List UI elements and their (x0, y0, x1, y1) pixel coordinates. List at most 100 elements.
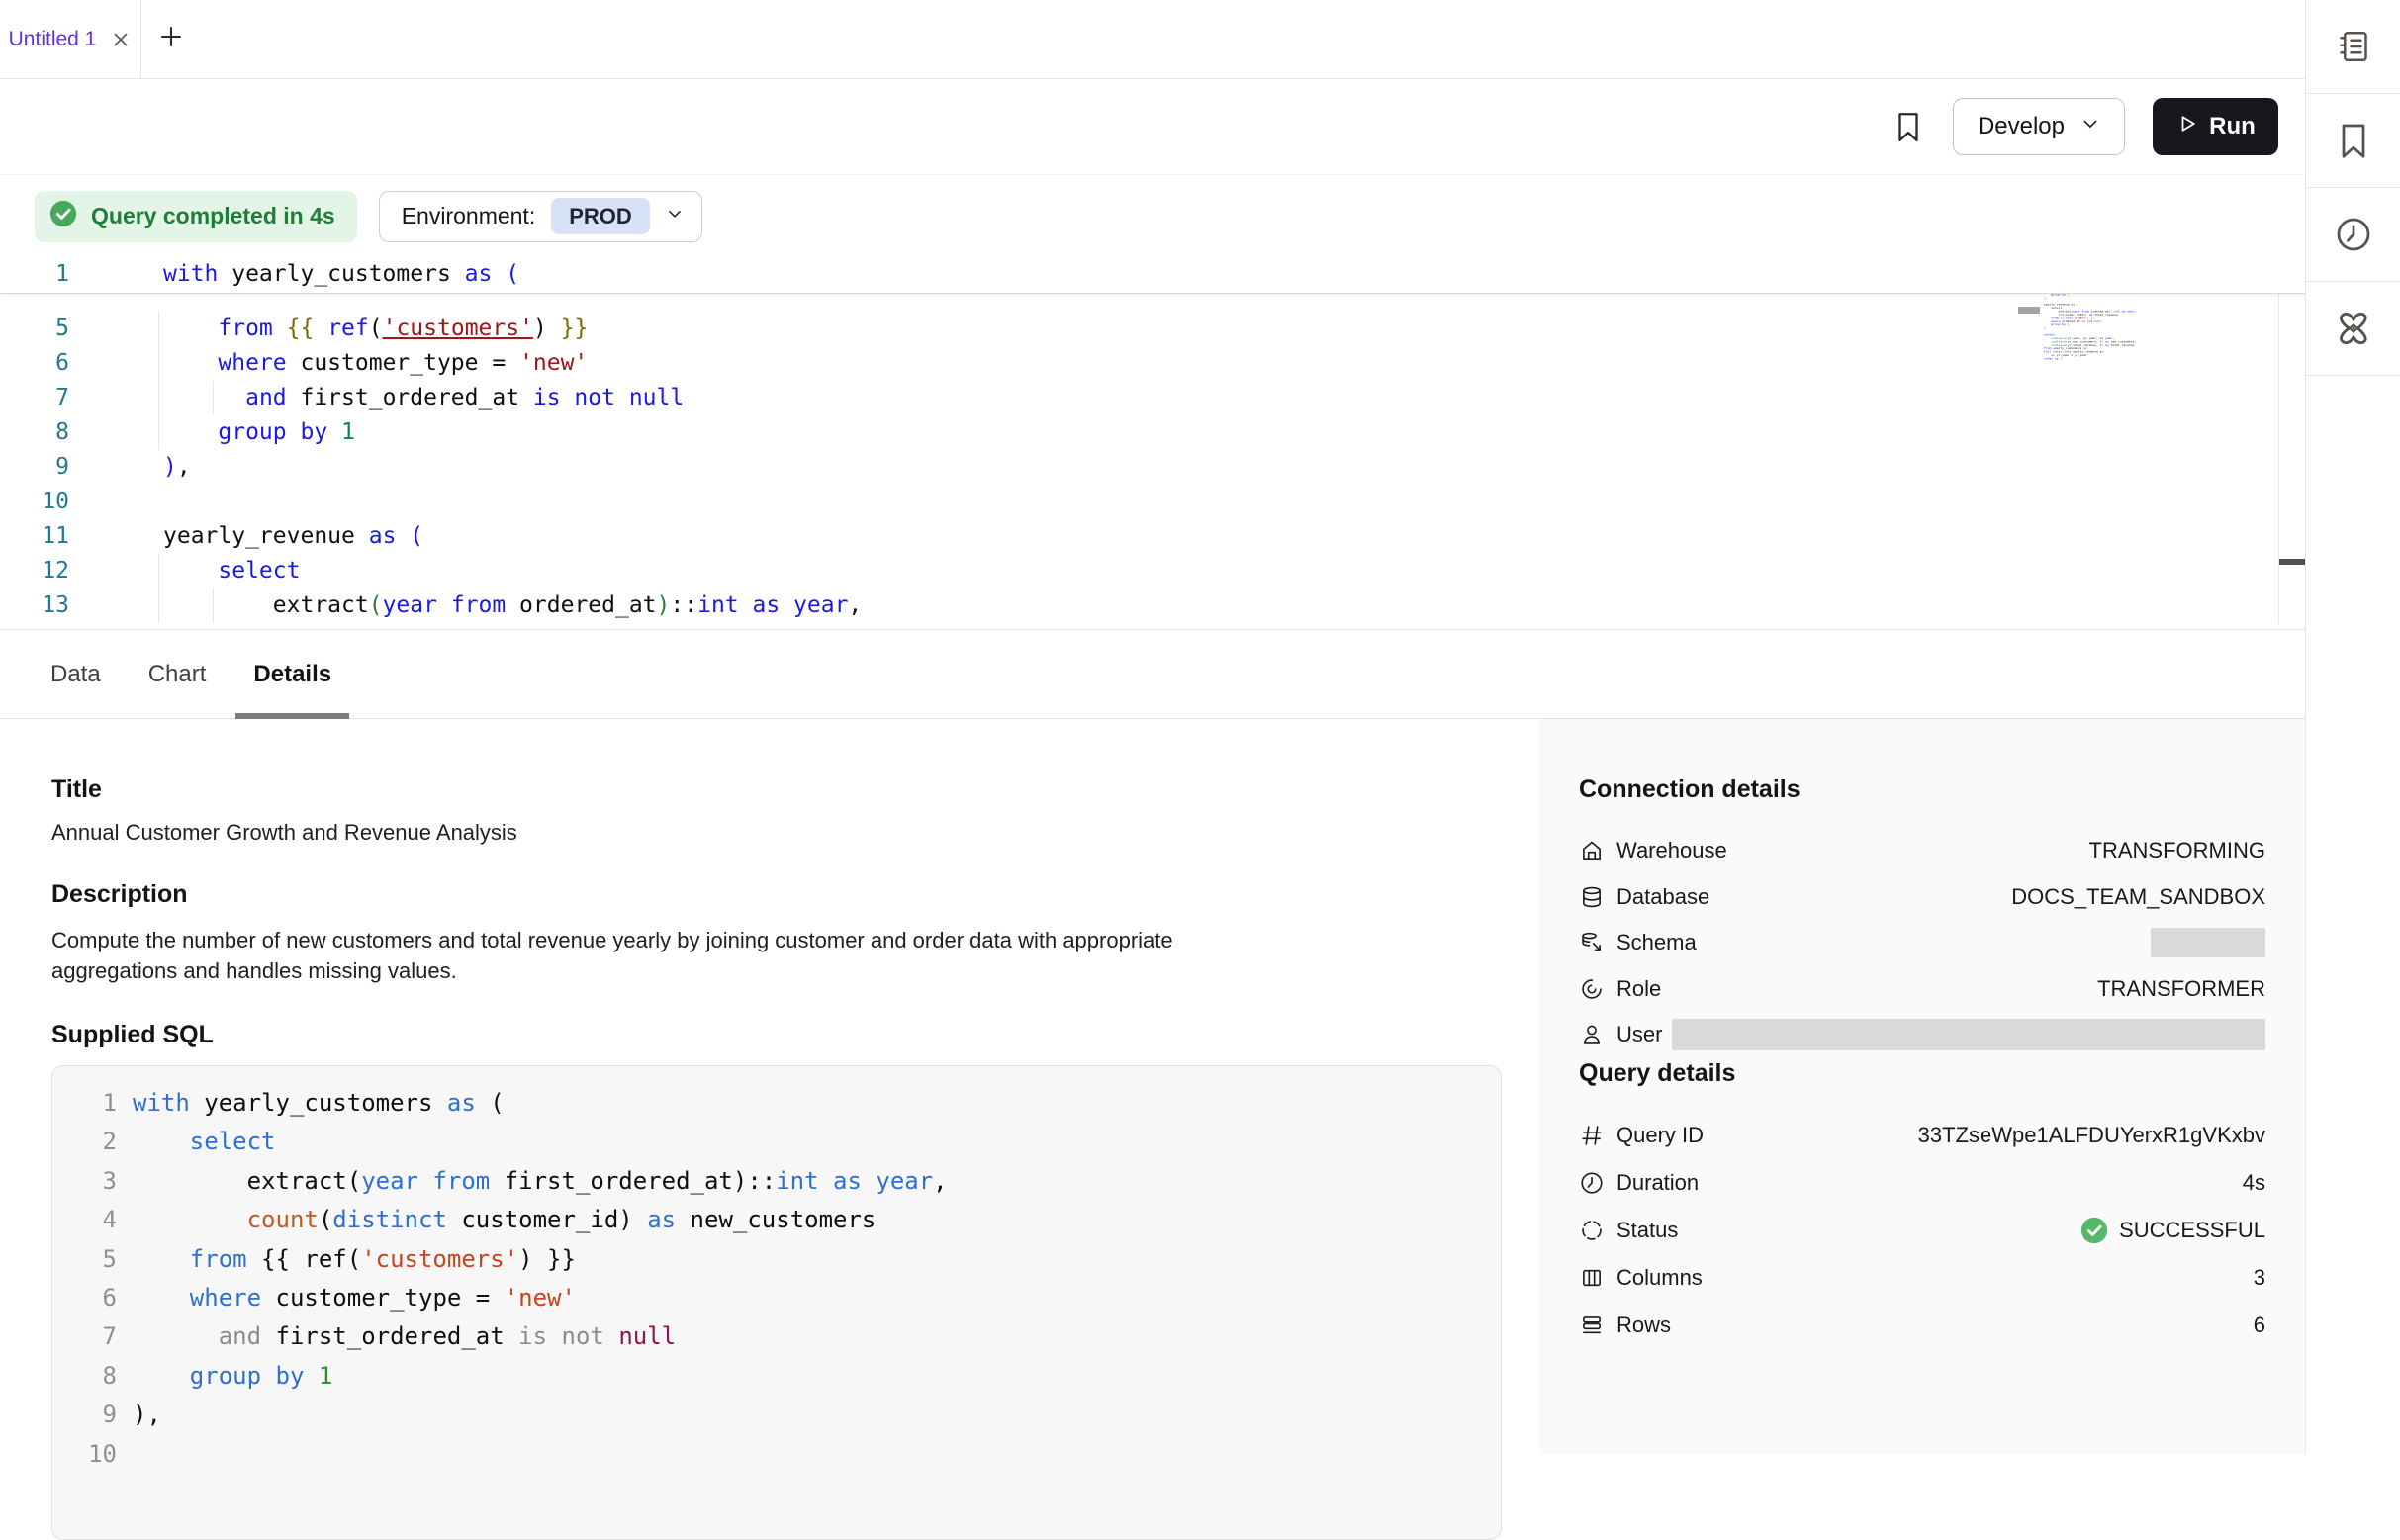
detail-row-status: StatusSUCCESSFUL (1579, 1207, 2265, 1254)
scrollbar-thumb[interactable] (2279, 559, 2305, 565)
environment-selector[interactable]: Environment: PROD (379, 191, 702, 242)
rail-history-button[interactable] (2306, 188, 2400, 282)
line-number: 1 (0, 257, 69, 292)
line-number: 7 (0, 381, 69, 415)
line-number: 9 (0, 450, 69, 485)
run-button[interactable]: Run (2153, 98, 2278, 155)
query-status-text: Query completed in 4s (91, 203, 335, 229)
notebook-icon (2334, 27, 2373, 66)
close-tab-icon[interactable] (110, 29, 132, 50)
warehouse-icon (1579, 838, 1605, 863)
file-tab-untitled[interactable]: Untitled 1 (0, 0, 141, 78)
code-line: 6 where customer_type = 'new' (52, 1279, 1501, 1317)
editor-scrollbar[interactable] (2278, 271, 2305, 624)
detail-row-query-id: Query ID 33TZseWpe1ALFDUYerxR1gVKxbv (1579, 1112, 2265, 1159)
status-icon (1579, 1218, 1605, 1243)
code-line: 5 from {{ ref('customers') }} (0, 312, 2305, 346)
detail-label: User (1616, 1022, 1662, 1047)
sticky-scroll-line: 1with yearly_customers as ( (0, 257, 2305, 294)
chevron-down-icon (666, 205, 684, 227)
line-number: 5 (52, 1240, 117, 1279)
line-number: 9 (52, 1396, 117, 1434)
bookmark-icon (2334, 121, 2373, 160)
detail-label: Database (1616, 884, 1709, 910)
environment-value-badge: PROD (551, 198, 650, 234)
line-number: 5 (0, 312, 69, 346)
detail-label: Role (1616, 976, 1661, 1002)
plus-icon (158, 24, 184, 54)
details-panel: Title Annual Customer Growth and Revenue… (0, 719, 2305, 1454)
duration-icon (1579, 1170, 1605, 1196)
detail-row-role: RoleTRANSFORMER (1579, 966, 2265, 1013)
redacted-value-bar (1672, 1019, 2265, 1050)
rail-notebook-button[interactable] (2306, 0, 2400, 94)
file-tab-bar: Untitled 1 (0, 0, 2305, 79)
code-line: 9), (0, 450, 2305, 485)
tab-details[interactable]: Details (235, 630, 349, 718)
line-number: 8 (52, 1357, 117, 1396)
bookmark-icon[interactable] (1892, 110, 1925, 143)
detail-row-columns: Columns3 (1579, 1254, 2265, 1302)
detail-value: 6 (2254, 1313, 2265, 1338)
supplied-sql-heading: Supplied SQL (51, 1020, 1539, 1049)
code-line: 4 count(distinct customer_id) as new_cus… (52, 1201, 1501, 1239)
detail-value: TRANSFORMING (2089, 838, 2265, 863)
rows-icon (1579, 1313, 1605, 1338)
line-number: 7 (52, 1317, 117, 1356)
overview-decoration-mark (2018, 307, 2040, 314)
code-line: 8 group by 1 (0, 415, 2305, 450)
rail-semantic-layer-button[interactable] (2306, 282, 2400, 376)
detail-row-database: Database DOCS_TEAM_SANDBOX (1579, 874, 2265, 921)
new-tab-button[interactable] (141, 0, 201, 78)
detail-label: Duration (1616, 1170, 1699, 1196)
editor-code-lines: 5 from {{ ref('customers') }}6 where cus… (0, 312, 2305, 623)
line-number: 11 (0, 519, 69, 554)
sql-code-editor[interactable]: 1with yearly_customers as ( 5 from {{ re… (0, 257, 2305, 630)
code-line: 8 group by 1 (52, 1357, 1501, 1396)
query-status-row: Query completed in 4s Environment: PROD (0, 175, 2305, 257)
description-heading: Description (51, 879, 1539, 909)
code-line: 9), (52, 1396, 1501, 1434)
line-number: 12 (0, 554, 69, 589)
tab-chart[interactable]: Chart (131, 630, 225, 718)
success-check-icon (2079, 1216, 2109, 1245)
semantic-layer-icon (2334, 309, 2373, 348)
title-value: Annual Customer Growth and Revenue Analy… (51, 820, 1539, 846)
query-status-pill: Query completed in 4s (35, 191, 357, 242)
detail-label: Status (1616, 1218, 1678, 1243)
code-line: 13 extract(year from ordered_at)::int as… (0, 589, 2305, 623)
line-number: 4 (52, 1201, 117, 1239)
editor-toolbar: Develop Run (0, 79, 2305, 175)
line-number: 6 (52, 1279, 117, 1317)
line-number: 3 (52, 1162, 117, 1201)
code-line: 12 select (0, 554, 2305, 589)
database-icon (1579, 884, 1605, 910)
description-value: Compute the number of new customers and … (51, 925, 1199, 986)
code-line: 7 and first_ordered_at is not null (52, 1317, 1501, 1356)
detail-value: 3 (2254, 1265, 2265, 1291)
connection-details-heading: Connection details (1579, 774, 2265, 804)
right-icon-rail (2305, 0, 2400, 1454)
tab-data[interactable]: Data (33, 630, 119, 718)
detail-row-user: User (1579, 1012, 2265, 1058)
develop-dropdown-button[interactable]: Develop (1953, 98, 2125, 155)
title-heading: Title (51, 774, 1539, 804)
detail-row-schema: Schema (1579, 920, 2265, 966)
line-number: 10 (0, 485, 69, 519)
result-tab-bar: DataChartDetails (0, 630, 2305, 719)
detail-label: Query ID (1616, 1123, 1704, 1148)
chevron-down-icon (2080, 113, 2100, 140)
rail-bookmark-button[interactable] (2306, 94, 2400, 188)
query-details-heading: Query details (1579, 1058, 2265, 1088)
code-line: 3 extract(year from first_ordered_at)::i… (52, 1162, 1501, 1201)
detail-label: Warehouse (1616, 838, 1727, 863)
supplied-sql-code-block: 1with yearly_customers as (2 select3 ext… (51, 1065, 1502, 1540)
detail-value: 4s (2243, 1170, 2265, 1196)
details-right-column: Connection details Warehouse TRANSFORMING… (1539, 719, 2305, 1454)
detail-row-duration: Duration 4s (1579, 1159, 2265, 1207)
detail-value: DOCS_TEAM_SANDBOX (2011, 884, 2265, 910)
detail-value: 33TZseWpe1ALFDUYerxR1gVKxbv (1918, 1123, 2265, 1148)
clock-icon (2334, 215, 2373, 254)
line-number: 2 (52, 1123, 117, 1161)
line-number: 10 (52, 1435, 117, 1474)
